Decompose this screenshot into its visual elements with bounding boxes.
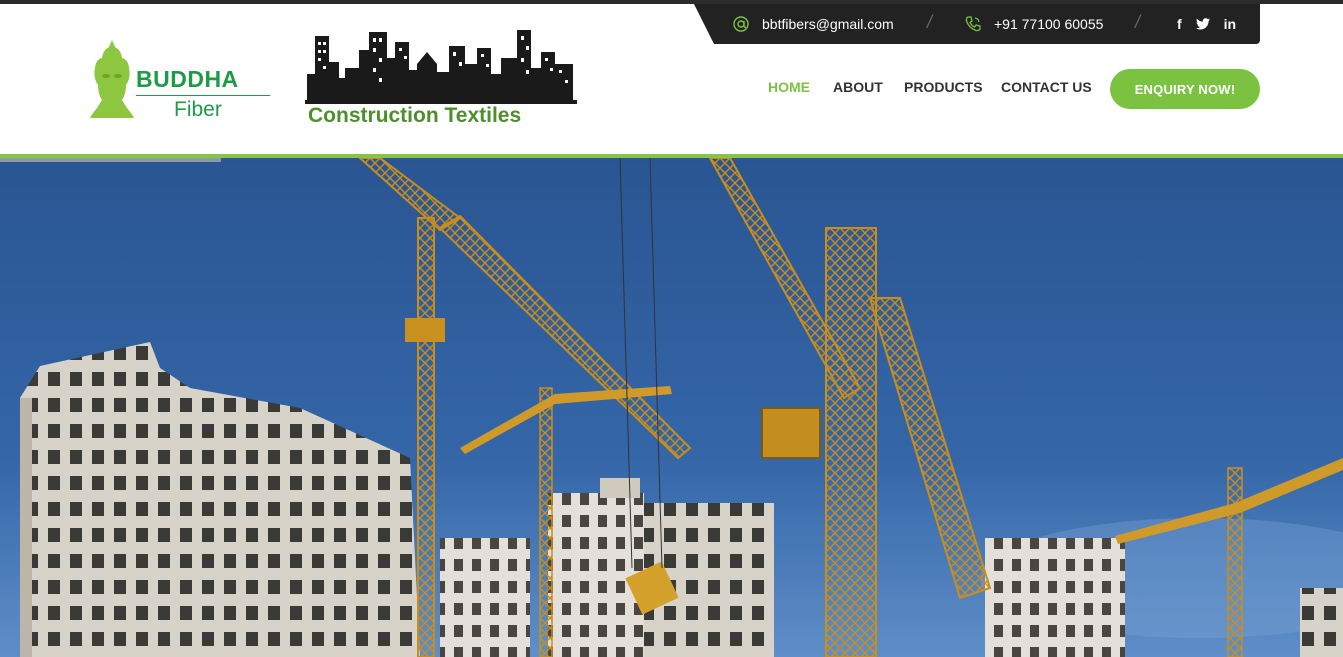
at-icon: [733, 16, 749, 32]
facebook-icon[interactable]: f: [1177, 16, 1182, 32]
city-skyline-icon: [305, 30, 577, 104]
email-contact[interactable]: bbtfibers@gmail.com: [732, 4, 894, 44]
nav-contact-us[interactable]: CONTACT US: [1001, 79, 1092, 95]
twitter-icon[interactable]: [1195, 18, 1210, 30]
logo-brand-text: BUDDHA: [136, 66, 239, 92]
linkedin-icon[interactable]: in: [1224, 16, 1236, 32]
construction-textiles-logo[interactable]: Construction Textiles: [305, 28, 577, 132]
separator: /: [927, 12, 933, 32]
buddha-head-icon: [90, 40, 134, 118]
social-links: f in: [1177, 4, 1236, 44]
top-border: [0, 0, 1343, 4]
hero-banner: [0, 158, 1343, 657]
logo-sub-text: Fiber: [174, 98, 222, 121]
contact-bar: bbtfibers@gmail.com / +91 77100 60055 / …: [694, 4, 1260, 44]
email-text[interactable]: bbtfibers@gmail.com: [762, 16, 894, 32]
phone-text[interactable]: +91 77100 60055: [994, 16, 1103, 32]
construction-cranes-image: [0, 158, 1343, 657]
phone-contact[interactable]: +91 77100 60055: [964, 4, 1103, 44]
logo-tagline: Construction Textiles: [308, 104, 522, 127]
hero-progress-line: [0, 158, 221, 162]
nav-products[interactable]: PRODUCTS: [904, 79, 983, 95]
nav-about[interactable]: ABOUT: [833, 79, 883, 95]
phone-icon: [965, 16, 981, 32]
separator: /: [1135, 12, 1141, 32]
nav-home[interactable]: HOME: [768, 79, 810, 95]
buddha-fiber-logo[interactable]: BUDDHA Fiber: [88, 38, 273, 122]
enquiry-now-button[interactable]: ENQUIRY NOW!: [1110, 69, 1260, 109]
logo-rule: [136, 95, 270, 96]
